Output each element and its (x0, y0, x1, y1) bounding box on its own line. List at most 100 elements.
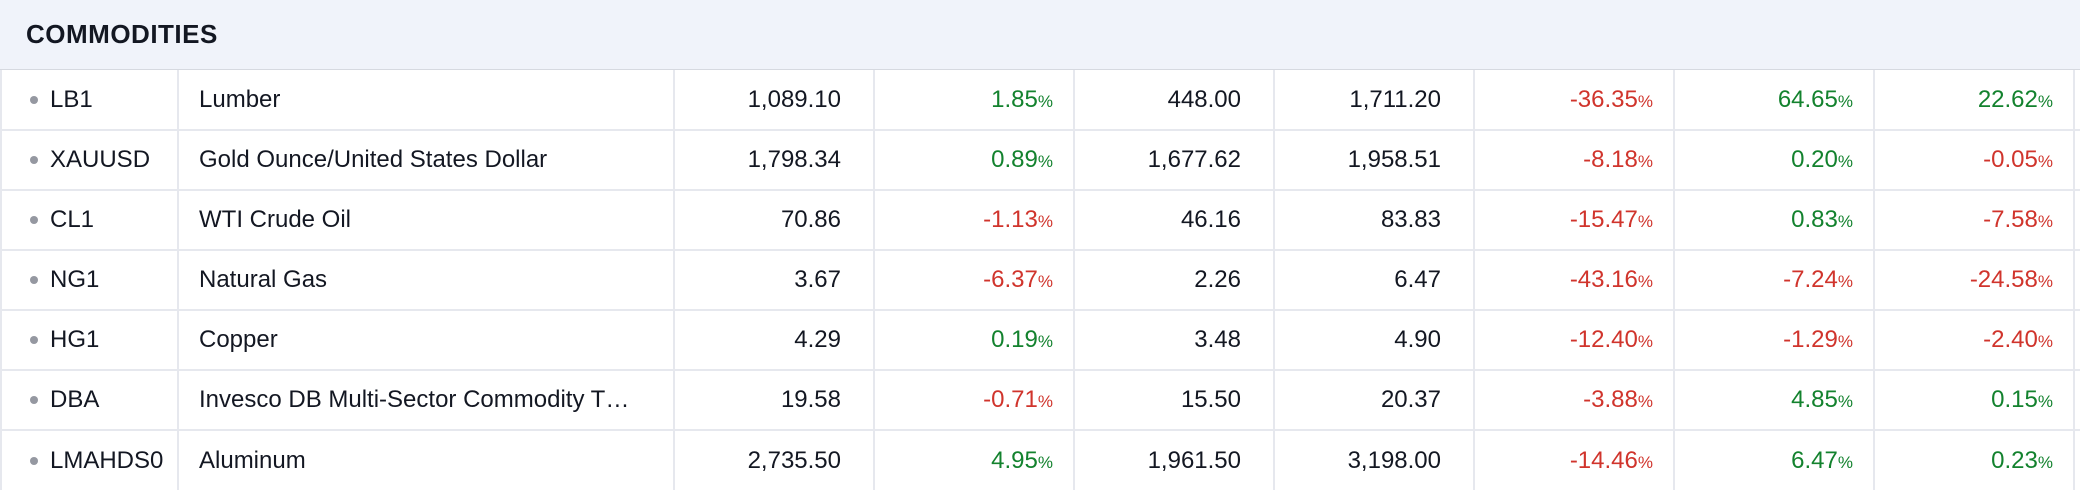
perf-3-cell: 22.62% (1874, 70, 2075, 131)
table-row[interactable]: LB1 Lumber 1,089.10 1.85% 448.00 1,711.20 -36.… (0, 70, 2080, 131)
perf-3-cell-value: 0.15 (1991, 386, 2038, 413)
table-row[interactable]: XAUUSD Gold Ounce/United States Dollar 1,7… (0, 130, 2080, 191)
perf-3-cell: 0.15% (1874, 370, 2075, 431)
percent-sign: % (1037, 392, 1053, 411)
perf-3-cell-value: 0.23 (1991, 446, 2038, 474)
percent-sign: % (1037, 452, 1053, 472)
section-header: COMMODITIES (0, 0, 2080, 70)
price-cell: 1,798.34 (674, 130, 875, 191)
table-row[interactable]: DBA Invesco DB Multi-Sector Commodity T… 1… (0, 370, 2080, 431)
perf-1-cell-value: -43.16 (1569, 266, 1638, 293)
bullet-dot-icon (30, 276, 38, 284)
percent-sign: % (2037, 272, 2053, 291)
trailing-cell (2074, 310, 2080, 371)
description-cell: Gold Ounce/United States Dollar (178, 130, 675, 191)
change-percent-cell: 4.95% (874, 430, 1075, 490)
symbol-link[interactable]: HG1 (32, 326, 99, 353)
change-percent-cell-value: 0.89 (991, 146, 1038, 173)
change-percent-cell-value: -6.37 (983, 266, 1038, 293)
percent-sign: % (2037, 332, 2053, 351)
symbol-link[interactable]: NG1 (32, 266, 99, 293)
perf-1-cell: -12.40% (1474, 310, 1675, 371)
table-row[interactable]: CL1 WTI Crude Oil 70.86 -1.13% 46.16 83.83 -15… (0, 190, 2080, 251)
perf-3-cell-value: -24.58 (1969, 266, 2038, 293)
perf-1-cell: -3.88% (1474, 370, 1675, 431)
percent-sign: % (1837, 452, 1853, 472)
perf-1-cell-value: -36.35 (1569, 85, 1638, 113)
symbol-cell[interactable]: NG1 (0, 250, 179, 311)
perf-3-cell: 0.23% (1874, 430, 2075, 490)
price-cell: 19.58 (674, 370, 875, 431)
low-cell: 1,961.50 (1074, 430, 1275, 490)
trailing-cell (2074, 190, 2080, 251)
commodities-table: LB1 Lumber 1,089.10 1.85% 448.00 1,711.20 -36.… (0, 70, 2080, 490)
high-cell: 3,198.00 (1274, 430, 1475, 490)
price-cell: 70.86 (674, 190, 875, 251)
symbol-link[interactable]: CL1 (32, 206, 94, 233)
perf-2-cell-value: -7.24 (1783, 266, 1838, 293)
table-row[interactable]: HG1 Copper 4.29 0.19% 3.48 4.90 -12.40% -1.29% -… (0, 310, 2080, 371)
bullet-dot-icon (30, 216, 38, 224)
high-cell: 20.37 (1274, 370, 1475, 431)
symbol-link[interactable]: LMAHDS0 (32, 447, 163, 474)
perf-1-cell: -15.47% (1474, 190, 1675, 251)
percent-sign: % (2037, 152, 2053, 171)
change-percent-cell: -1.13% (874, 190, 1075, 251)
symbol-link[interactable]: XAUUSD (32, 146, 150, 173)
change-percent-cell: -0.71% (874, 370, 1075, 431)
perf-3-cell-value: 22.62 (1977, 85, 2038, 113)
percent-sign: % (2037, 392, 2053, 411)
perf-2-cell-value: 6.47 (1791, 446, 1838, 474)
change-percent-cell-value: -0.71 (983, 386, 1038, 413)
change-percent-cell-value: -1.13 (983, 206, 1038, 233)
change-percent-cell: 0.19% (874, 310, 1075, 371)
perf-3-cell: -0.05% (1874, 130, 2075, 191)
perf-3-cell-value: -2.40 (1983, 326, 2038, 353)
high-cell: 6.47 (1274, 250, 1475, 311)
symbol-cell[interactable]: DBA (0, 370, 179, 431)
percent-sign: % (1637, 392, 1653, 411)
description-cell: Copper (178, 310, 675, 371)
symbol-link[interactable]: LB1 (32, 86, 93, 113)
table-row[interactable]: NG1 Natural Gas 3.67 -6.37% 2.26 6.47 -43.16% -… (0, 250, 2080, 311)
section-title: COMMODITIES (26, 19, 218, 49)
symbol-cell[interactable]: LMAHDS0 (0, 430, 179, 490)
description-cell: Invesco DB Multi-Sector Commodity T… (178, 370, 675, 431)
table-row[interactable]: LMAHDS0 Aluminum 2,735.50 4.95% 1,961.50 3,19… (0, 430, 2080, 490)
change-percent-cell: 1.85% (874, 70, 1075, 131)
perf-1-cell: -36.35% (1474, 70, 1675, 131)
perf-1-cell: -8.18% (1474, 130, 1675, 191)
symbol-cell[interactable]: CL1 (0, 190, 179, 251)
bullet-dot-icon (30, 396, 38, 404)
percent-sign: % (1037, 332, 1053, 351)
symbol-cell[interactable]: XAUUSD (0, 130, 179, 191)
bullet-dot-icon (30, 95, 38, 104)
symbol-cell[interactable]: LB1 (0, 70, 179, 131)
perf-3-cell: -2.40% (1874, 310, 2075, 371)
perf-3-cell: -24.58% (1874, 250, 2075, 311)
description-cell: WTI Crude Oil (178, 190, 675, 251)
perf-2-cell: 0.20% (1674, 130, 1875, 191)
high-cell: 1,958.51 (1274, 130, 1475, 191)
low-cell: 46.16 (1074, 190, 1275, 251)
perf-3-cell-value: -7.58 (1983, 206, 2038, 233)
perf-1-cell: -14.46% (1474, 430, 1675, 490)
price-cell: 4.29 (674, 310, 875, 371)
percent-sign: % (1637, 212, 1653, 231)
bullet-dot-icon (30, 336, 38, 344)
percent-sign: % (1037, 152, 1053, 171)
perf-3-cell: -7.58% (1874, 190, 2075, 251)
trailing-cell (2074, 370, 2080, 431)
change-percent-cell-value: 4.95 (991, 446, 1038, 474)
perf-2-cell: -1.29% (1674, 310, 1875, 371)
trailing-cell (2074, 430, 2080, 490)
percent-sign: % (2037, 212, 2053, 231)
symbol-cell[interactable]: HG1 (0, 310, 179, 371)
percent-sign: % (1837, 272, 1853, 291)
description-cell: Aluminum (178, 430, 675, 490)
perf-2-cell-value: 4.85 (1791, 386, 1838, 413)
low-cell: 3.48 (1074, 310, 1275, 371)
symbol-link[interactable]: DBA (32, 386, 99, 413)
perf-2-cell-value: -1.29 (1783, 326, 1838, 353)
perf-2-cell: -7.24% (1674, 250, 1875, 311)
